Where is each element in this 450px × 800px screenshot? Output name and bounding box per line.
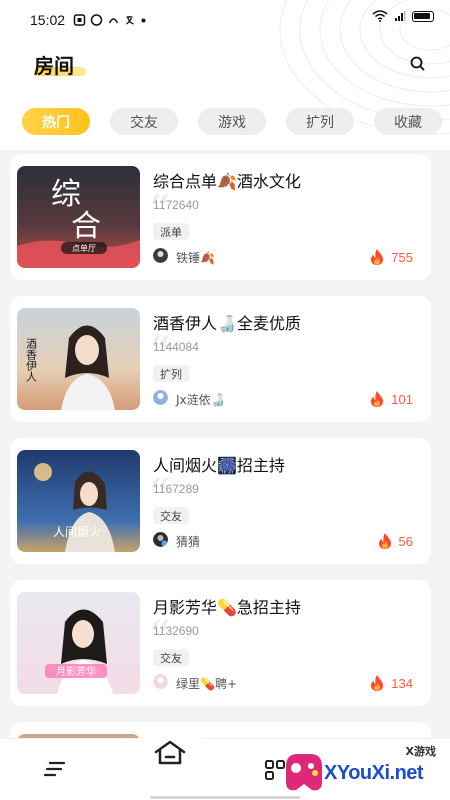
fire-icon <box>378 533 391 549</box>
room-id: 1144084 <box>153 340 199 354</box>
room-name: 月影芳华💊急招主持 <box>153 598 301 617</box>
heat-count: 56 <box>398 533 413 549</box>
avatar <box>153 248 168 263</box>
host-name: Jx涟依🍶 <box>176 393 226 407</box>
tab-expand[interactable]: 扩列 <box>286 108 354 135</box>
home-indicator <box>150 796 300 799</box>
watermark-text: XYouXi.net <box>324 762 424 784</box>
room-cover: 人间烟火 <box>17 450 140 552</box>
cover-image: 月影芳华 <box>17 592 140 694</box>
wifi-icon <box>372 10 388 22</box>
fire-icon <box>371 675 384 691</box>
watermark: X游戏 XYouXi.net <box>280 740 450 798</box>
chat-icon <box>108 18 119 24</box>
room-id: 1172640 <box>153 198 199 212</box>
cover-image: 酒香伊人 <box>17 308 140 410</box>
app-notification-icon <box>73 14 86 26</box>
room-tag: 派单 <box>153 223 189 240</box>
translate-icon <box>126 16 134 25</box>
avatar <box>153 390 168 405</box>
room-name: 酒香伊人🍶全麦优质 <box>153 314 301 333</box>
host-name: 铁锤🍂 <box>176 251 215 265</box>
heat-indicator: 755 <box>369 248 413 266</box>
room-tag: 交友 <box>153 649 189 666</box>
room-tag: 扩列 <box>153 365 189 382</box>
tab-favorites[interactable]: 收藏 <box>374 108 442 135</box>
heat-count: 101 <box>391 391 413 407</box>
cover-title: 酒香伊人 <box>25 338 38 382</box>
cover-title: 合 <box>71 209 101 244</box>
fire-icon <box>371 391 384 407</box>
more-dot-icon <box>141 18 146 22</box>
menu-button[interactable] <box>43 761 68 781</box>
fire-icon <box>371 249 384 265</box>
heat-indicator: 56 <box>377 532 413 550</box>
page-title: 房间 <box>34 54 74 78</box>
room-cover: 酒香伊人 <box>17 308 140 410</box>
menu-icon <box>43 761 66 777</box>
heat-indicator: 101 <box>369 390 413 408</box>
host-name: 猜猜 <box>176 535 201 549</box>
room-card[interactable]: 酒香伊人 “ 酒香伊人🍶全麦优质 1144084 扩列 Jx涟依🍶 101 <box>10 296 431 422</box>
page-header: 房间 <box>0 44 450 84</box>
avatar <box>153 532 168 547</box>
room-id: 1167289 <box>153 482 199 496</box>
gamepad-logo-icon <box>286 754 322 791</box>
category-tabs: 热门 交友 游戏 扩列 收藏 <box>22 108 450 138</box>
battery-icon <box>412 10 434 22</box>
room-id: 1132690 <box>153 624 199 638</box>
notification-icons <box>73 14 146 26</box>
status-bar: 15:02 <box>0 0 450 40</box>
tab-friends[interactable]: 交友 <box>110 108 178 135</box>
home-button[interactable] <box>152 739 188 771</box>
cover-title: 人间烟火 <box>53 525 101 539</box>
cover-image: 人间烟火 <box>17 450 140 552</box>
cover-title: 综 <box>51 177 81 212</box>
tab-hot[interactable]: 热门 <box>22 108 90 135</box>
room-card[interactable]: 综 合 点单厅 “ 综合点单🍂酒水文化 1172640 派单 铁锤🍂 755 <box>10 154 431 280</box>
heat-count: 134 <box>391 675 413 691</box>
cover-title: 月影芳华 <box>56 665 96 678</box>
messenger-icon <box>90 14 103 26</box>
heat-count: 755 <box>391 249 413 265</box>
cover-image: 综 合 点单厅 <box>17 166 140 268</box>
room-card[interactable]: 人间烟火 “ 人间烟火🎆招主持 1167289 交友 猜猜 56 <box>10 438 431 564</box>
room-cover: 综 合 点单厅 <box>17 166 140 268</box>
cover-subtitle: 点单厅 <box>72 243 96 253</box>
status-time: 15:02 <box>30 12 66 28</box>
tab-games[interactable]: 游戏 <box>198 108 266 135</box>
avatar <box>153 674 168 689</box>
room-name: 人间烟火🎆招主持 <box>153 456 285 475</box>
heat-indicator: 134 <box>369 674 413 692</box>
home-icon <box>154 740 186 765</box>
host-name: 绿里💊聘+ <box>176 677 237 691</box>
search-icon <box>410 56 424 70</box>
room-cover: 月影芳华 <box>17 592 140 694</box>
signal-icon <box>395 11 406 21</box>
system-icons <box>372 10 434 22</box>
room-tag: 交友 <box>153 507 189 524</box>
room-name: 综合点单🍂酒水文化 <box>153 172 301 191</box>
watermark-label: X游戏 <box>405 745 436 758</box>
room-card[interactable]: 月影芳华 “ 月影芳华💊急招主持 1132690 交友 绿里💊聘+ 134 <box>10 580 431 706</box>
search-button[interactable] <box>404 50 430 76</box>
